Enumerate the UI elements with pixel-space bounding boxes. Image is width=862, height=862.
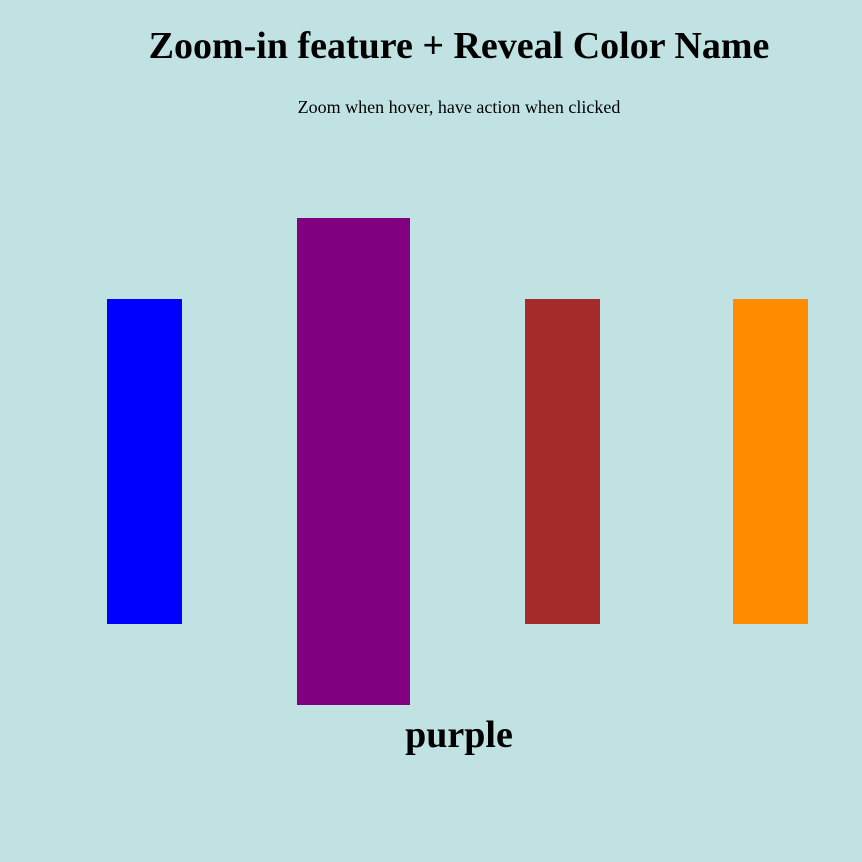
page-title: Zoom-in feature + Reveal Color Name	[148, 25, 770, 67]
color-swatch-purple[interactable]	[297, 218, 410, 705]
revealed-color-name: purple	[405, 714, 513, 756]
color-swatch-orange[interactable]	[733, 299, 808, 624]
color-swatch-brown[interactable]	[525, 299, 600, 624]
color-swatch-blue[interactable]	[107, 299, 182, 624]
page-subtitle: Zoom when hover, have action when clicke…	[297, 97, 621, 117]
